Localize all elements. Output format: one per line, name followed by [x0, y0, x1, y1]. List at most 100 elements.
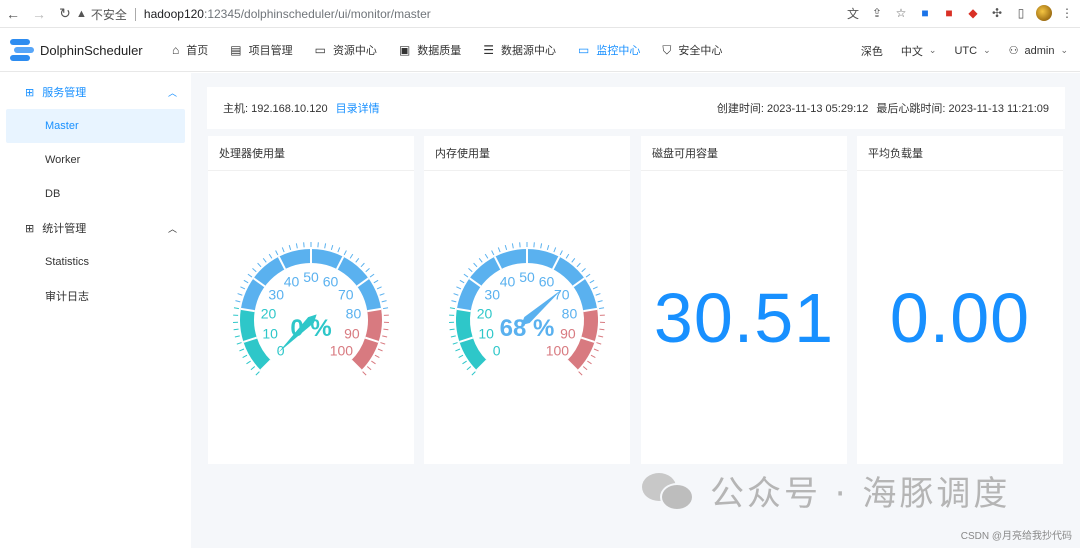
gauge-tick — [262, 258, 267, 263]
gauge-tick — [240, 286, 246, 290]
extension-shield-icon[interactable]: ◆ — [964, 4, 982, 22]
gauge-tick-label: 90 — [560, 325, 576, 341]
gauge-tick — [337, 247, 341, 253]
card-title: 平均负载量 — [857, 136, 1063, 171]
gauge-tick — [456, 286, 462, 290]
profile-avatar[interactable] — [1036, 5, 1052, 21]
share-icon[interactable]: ⇪ — [868, 4, 886, 22]
watermark-text: 公众号 · 海豚调度 — [710, 474, 1011, 514]
menu-monitor[interactable]: ▭ 监控中心 — [578, 42, 640, 58]
gauge-tick — [237, 293, 243, 296]
menu-resources[interactable]: ▭ 资源中心 — [315, 42, 377, 58]
gauge-tick — [597, 300, 603, 303]
chevron-down-icon: ⌄ — [983, 45, 991, 55]
menu-label: 数据质量 — [417, 45, 462, 57]
gauge-tick — [281, 247, 285, 253]
gauge-tick — [504, 244, 508, 251]
url-host: hadoop120 — [143, 7, 204, 21]
sidebar-item-worker[interactable]: Worker — [0, 143, 191, 177]
sidebar-item-db[interactable]: DB — [0, 177, 191, 211]
gauge-tick — [373, 279, 379, 284]
puzzle-icon[interactable]: ✣ — [988, 4, 1006, 22]
timezone-select[interactable]: UTC ⌄ — [954, 45, 990, 57]
credit-text: CSDN @月亮给我抄代码 — [960, 531, 1072, 542]
menu-security[interactable]: ⛉ 安全中心 — [662, 42, 722, 58]
gauge-tick — [355, 258, 360, 263]
menu-data-quality[interactable]: ▣ 数据质量 — [399, 42, 461, 58]
gauge-tick-label: 30 — [268, 287, 284, 303]
menu-home[interactable]: ⌂ 首页 — [172, 42, 208, 58]
gauge-tick — [324, 243, 327, 249]
menu-datasource[interactable]: ☰ 数据源中心 — [483, 42, 556, 58]
menu-label: 数据源中心 — [501, 45, 557, 57]
gauge-tick — [250, 366, 256, 371]
back-icon[interactable]: ← — [0, 0, 26, 28]
gauge-tick — [571, 258, 576, 263]
logo-icon — [8, 37, 36, 63]
sidebar-item-audit-log[interactable]: 审计日志 — [0, 279, 191, 313]
menu-label: 项目管理 — [248, 45, 293, 57]
sidebar-item-statistics[interactable]: Statistics — [0, 245, 191, 279]
extension-red-icon[interactable]: ■ — [940, 4, 958, 22]
gauge-tick-label: 100 — [546, 342, 570, 358]
memory-card: 内存使用量 0 10 20 30 40 50 60 70 80 90 100 68 % — [424, 136, 630, 464]
gauge-tick — [593, 348, 599, 352]
address-bar[interactable]: ▲ 不安全 hadoop120 :12345/dolphinscheduler/… — [76, 3, 916, 25]
sidebar-group-statistics[interactable]: ⊞ 统计管理 ︿ — [0, 211, 191, 245]
gauge-tick — [462, 360, 467, 365]
gauge-tick — [379, 293, 385, 296]
forward-icon[interactable]: → — [26, 0, 52, 28]
gauge-tick-label: 40 — [284, 274, 300, 290]
gauge-tick — [349, 253, 354, 259]
cpu-card: 处理器使用量 01020304050607080901000 % — [208, 136, 414, 464]
gauge-tick-label: 30 — [484, 287, 500, 303]
datasource-icon: ☰ — [483, 43, 495, 57]
created-time: 创建时间: 2023-11-13 05:29:12 — [716, 103, 869, 115]
gauge-tick-label: 70 — [338, 287, 354, 303]
logo[interactable]: DolphinScheduler — [0, 37, 150, 63]
gauge-tick — [553, 247, 557, 253]
gauge-tick — [242, 354, 248, 359]
extension-translate-icon[interactable]: ■ — [916, 4, 934, 22]
gauge-tick-label: 10 — [478, 325, 494, 341]
folder-icon: ▭ — [314, 43, 326, 57]
sidepanel-icon[interactable]: ▯ — [1012, 4, 1030, 22]
gauge-tick-label: 80 — [346, 305, 362, 321]
directory-detail-link[interactable]: 目录详情 — [336, 100, 380, 116]
sidebar-group-service[interactable]: ⊞ 服务管理 ︿ — [0, 75, 191, 109]
menu-label: 首页 — [186, 45, 209, 57]
sidebar-item-master[interactable]: Master — [6, 109, 185, 143]
load-card: 平均负载量 0.00 — [857, 136, 1063, 464]
language-select[interactable]: 中文 ⌄ — [901, 43, 937, 59]
disk-value: 30.51 — [653, 279, 835, 357]
user-menu[interactable]: ⚇ admin ⌄ — [1009, 44, 1068, 58]
gauge-tick — [450, 335, 456, 338]
reload-icon[interactable]: ↻ — [52, 0, 78, 28]
gauge-tick — [455, 348, 461, 352]
kebab-menu-icon[interactable]: ⋮ — [1058, 4, 1076, 22]
sidebar-item-label: Master — [45, 120, 79, 132]
gauge-tick — [343, 250, 347, 256]
star-icon[interactable]: ☆ — [892, 4, 910, 22]
gauge-tick — [473, 262, 478, 268]
chevron-up-icon: ︿ — [167, 223, 177, 234]
gauge-tick-label: 60 — [323, 274, 339, 290]
gauge-tick — [257, 262, 262, 268]
load-value: 0.00 — [889, 279, 1031, 357]
gauge-tick — [582, 366, 588, 371]
gauge-tick — [233, 328, 239, 331]
url-path: :12345/dolphinscheduler/ui/monitor/maste… — [203, 7, 431, 21]
gauge-tick — [484, 253, 489, 259]
timezone-label: UTC — [954, 44, 978, 57]
language-label: 中文 — [900, 45, 923, 58]
theme-toggle[interactable]: 深色 — [861, 43, 883, 59]
top-menu: ⌂ 首页 ▤ 项目管理 ▭ 资源中心 ▣ 数据质量 ☰ 数据源中心 ▭ 监控中心… — [150, 42, 722, 58]
insecure-label: 不安全 — [90, 7, 127, 22]
menu-projects[interactable]: ▤ 项目管理 — [230, 42, 292, 58]
gauge-tick-label: 40 — [500, 274, 516, 290]
translate-icon[interactable]: 文 — [844, 4, 862, 22]
menu-label: 资源中心 — [332, 45, 377, 57]
gauge-tick — [246, 360, 251, 365]
watermark: 公众号 · 海豚调度 — [642, 466, 1010, 515]
gauge-tick-label: 90 — [344, 325, 360, 341]
